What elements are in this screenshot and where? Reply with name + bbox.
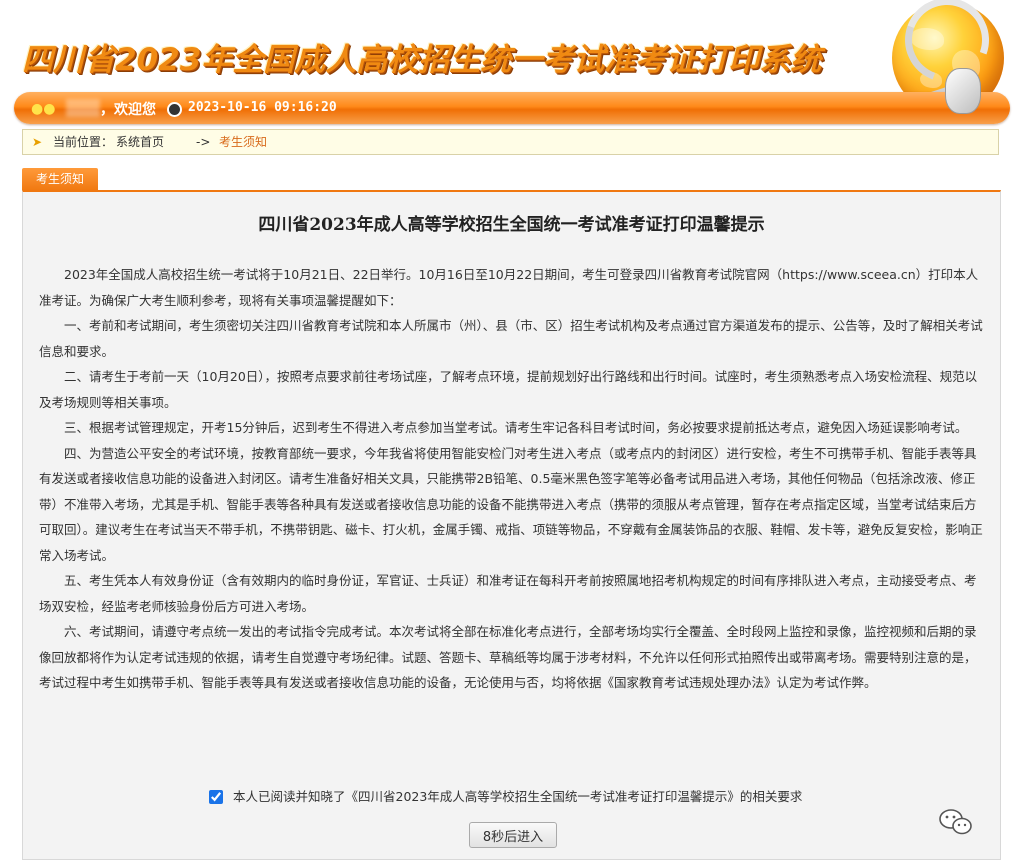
- notice-paragraph: 四、为营造公平安全的考试环境，按教育部统一要求，今年我省将使用智能安检门对考生进…: [39, 445, 983, 563]
- header: 四川省2023年全国成人高校招生统一考试准考证打印系统 ●● ，欢迎您 2023…: [0, 0, 1014, 130]
- notice-paragraph: 2023年全国成人高校招生统一考试将于10月21日、22日举行。10月16日至1…: [39, 267, 979, 308]
- notice-panel: 四川省2023年成人高等学校招生全国统一考试准考证打印温馨提示 2023年全国成…: [22, 190, 1001, 860]
- welcome-text: ，欢迎您: [100, 102, 156, 118]
- notice-paragraph: 二、请考生于考前一天（10月20日），按照考点要求前往考场试座，了解考点环境，提…: [39, 369, 978, 410]
- agreement-checkbox[interactable]: [209, 790, 223, 804]
- users-icon: ●●: [31, 101, 56, 117]
- notice-paragraph: 六、考试期间，请遵守考点统一发出的考试指令完成考试。本次考试将全部在标准化考点进…: [39, 624, 977, 690]
- breadcrumb: ➤ 当前位置： 系统首页 -> 考生须知: [22, 129, 999, 155]
- agreement-label: 本人已阅读并知晓了《四川省2023年成人高等学校招生全国统一考试准考证打印温馨提…: [233, 789, 803, 804]
- notice-paragraph: 一、考前和考试期间，考生须密切关注四川省教育考试院和本人所属市（州）、县（市、区…: [39, 318, 983, 359]
- user-info-bar: [14, 92, 1010, 124]
- enter-button[interactable]: 8秒后进入: [469, 822, 557, 848]
- arrow-right-icon: ➤: [32, 135, 43, 149]
- breadcrumb-current: 考生须知: [219, 135, 268, 149]
- clock-icon: [167, 102, 182, 117]
- breadcrumb-separator: ->: [196, 135, 211, 149]
- wechat-icon: [939, 809, 972, 835]
- breadcrumb-home-link[interactable]: 系统首页: [116, 130, 164, 154]
- notice-paragraph: 三、根据考试管理规定，开考15分钟后，迟到考生不得进入考点参加当堂考试。请考生牢…: [64, 420, 968, 435]
- notice-body: 2023年全国成人高校招生统一考试将于10月21日、22日举行。10月16日至1…: [39, 262, 987, 696]
- site-title: 四川省2023年全国成人高校招生统一考试准考证打印系统: [22, 42, 822, 78]
- headset-ear-icon: [945, 68, 981, 114]
- tab-exam-notice[interactable]: 考生须知: [22, 168, 98, 191]
- breadcrumb-label: 当前位置：: [53, 135, 114, 149]
- user-name-blurred: [66, 99, 100, 117]
- notice-title: 四川省2023年成人高等学校招生全国统一考试准考证打印温馨提示: [258, 215, 765, 235]
- notice-paragraph: 五、考生凭本人有效身份证（含有效期内的临时身份证，军官证、士兵证）和准考证在每科…: [39, 573, 977, 614]
- current-datetime: 2023-10-16 09:16:20: [188, 100, 337, 115]
- agreement-row[interactable]: 本人已阅读并知晓了《四川省2023年成人高等学校招生全国统一考试准考证打印温馨提…: [209, 788, 802, 806]
